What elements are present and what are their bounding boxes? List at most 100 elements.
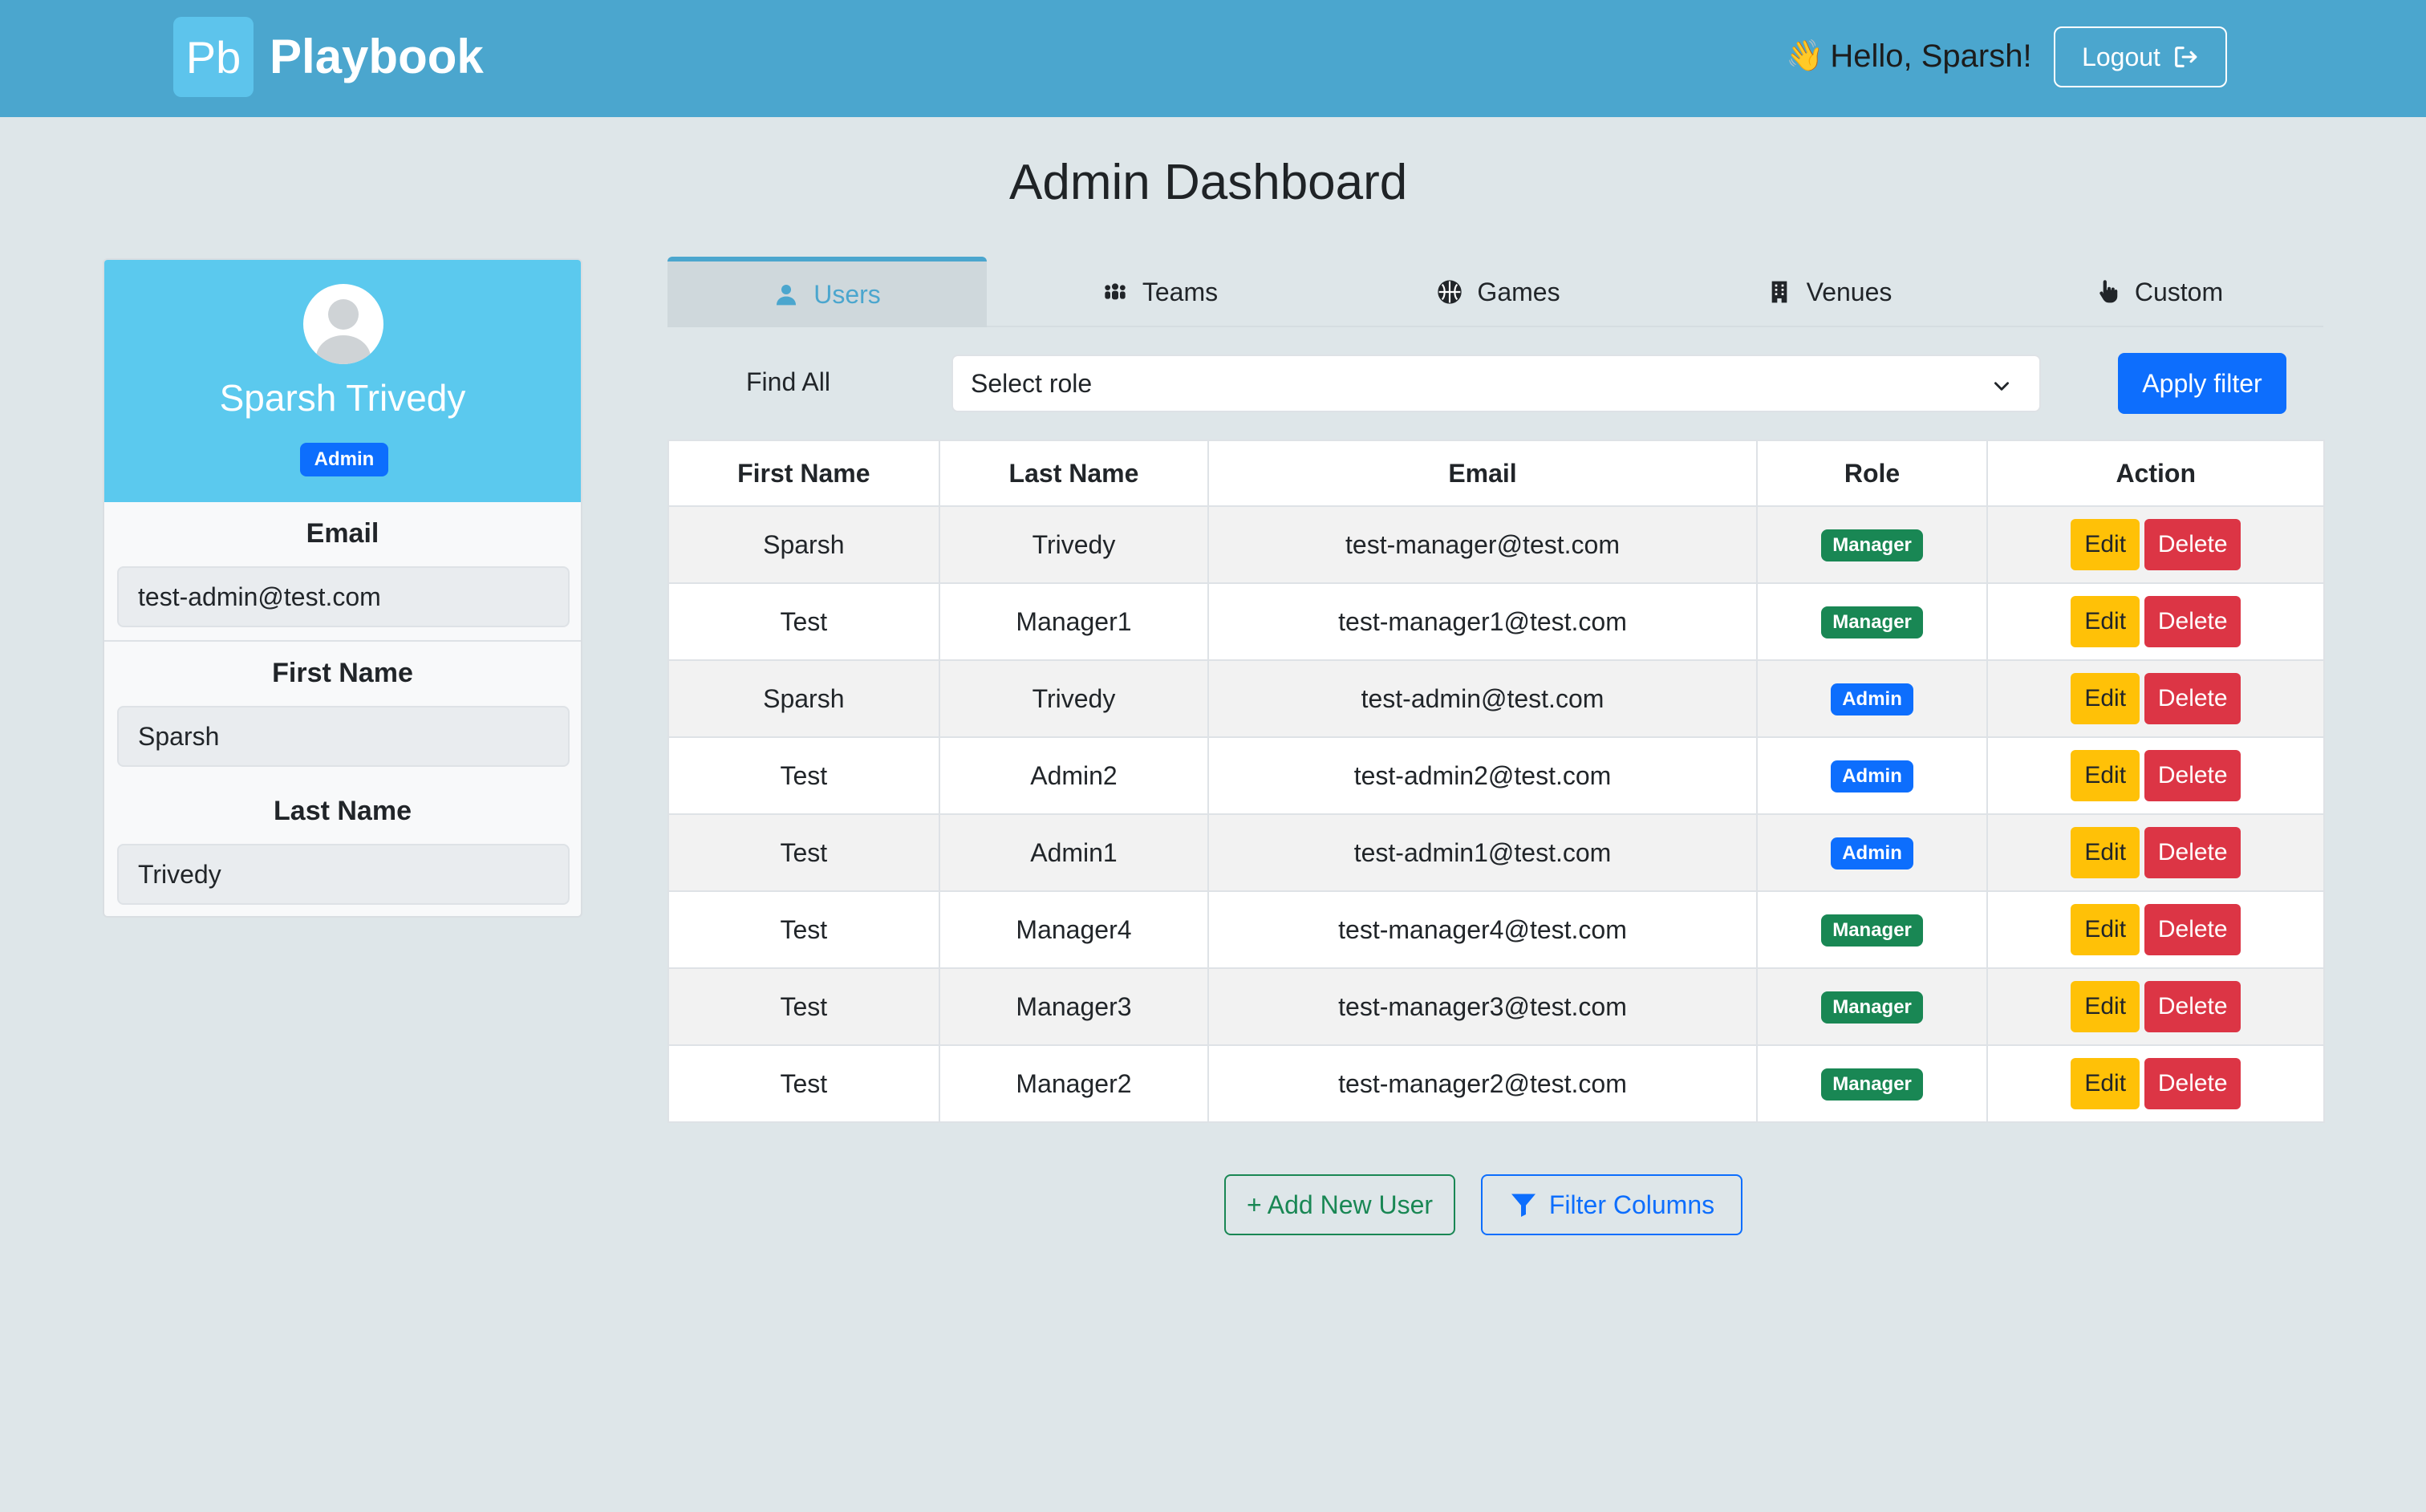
column-header: Action xyxy=(1986,440,2325,507)
table-row: Test Admin1 test-admin1@test.com Admin E… xyxy=(667,813,2325,892)
edit-button[interactable]: Edit xyxy=(2071,904,2140,955)
role-cell: Manager xyxy=(1755,582,1989,661)
brand-name[interactable]: Playbook xyxy=(270,29,484,85)
first-name-cell: Test xyxy=(667,813,940,892)
profile-header: Sparsh Trivedy Admin xyxy=(104,260,581,502)
delete-button[interactable]: Delete xyxy=(2144,596,2241,647)
user-icon xyxy=(777,285,797,306)
edit-button[interactable]: Edit xyxy=(2071,981,2140,1032)
column-header[interactable]: Email xyxy=(1207,440,1758,507)
last-name-cell: Manager1 xyxy=(938,582,1210,661)
greeting: 👋 Hello, Sparsh! xyxy=(1786,34,2032,79)
edit-button[interactable]: Edit xyxy=(2071,750,2140,801)
people-icon xyxy=(1105,283,1126,300)
profile-card: Sparsh Trivedy Admin Email test-admin@te… xyxy=(103,258,582,918)
tab-label: Teams xyxy=(1142,277,1219,306)
action-cell: Edit Delete xyxy=(1986,505,2325,584)
add-new-user-button[interactable]: + Add New User xyxy=(1224,1174,1455,1235)
tab-label: Custom xyxy=(2134,277,2224,306)
filter-columns-button[interactable]: Filter Columns xyxy=(1481,1174,1742,1235)
column-header[interactable]: Role xyxy=(1755,440,1989,507)
profile-name: Sparsh Trivedy xyxy=(219,377,466,419)
delete-button[interactable]: Delete xyxy=(2144,750,2241,801)
chevron-down-icon xyxy=(1994,382,2009,391)
first-name-cell: Test xyxy=(667,582,940,661)
role-cell: Manager xyxy=(1755,890,1989,969)
logout-icon xyxy=(2175,47,2197,67)
edit-button[interactable]: Edit xyxy=(2071,1058,2140,1109)
role-badge: Manager xyxy=(1821,529,1923,561)
role-badge: Manager xyxy=(1821,914,1923,947)
find-all-button[interactable]: Find All xyxy=(746,367,830,397)
table-row: Test Manager4 test-manager4@test.com Man… xyxy=(667,890,2325,969)
brand-logo[interactable]: Pb xyxy=(173,17,254,97)
edit-button[interactable]: Edit xyxy=(2071,519,2140,570)
action-cell: Edit Delete xyxy=(1986,659,2325,738)
delete-button[interactable]: Delete xyxy=(2144,827,2241,878)
role-cell: Admin xyxy=(1755,659,1989,738)
delete-button[interactable]: Delete xyxy=(2144,981,2241,1032)
table-row: Sparsh Trivedy test-manager@test.com Man… xyxy=(667,505,2325,584)
email-label: Email xyxy=(306,518,379,549)
email-field: test-admin@test.com xyxy=(117,566,570,627)
first-name-field: Sparsh xyxy=(117,706,570,767)
action-cell: Edit Delete xyxy=(1986,1044,2325,1123)
last-name-cell: Manager2 xyxy=(938,1044,1210,1123)
dashboard-tabs: Users Teams Games Venues Custom xyxy=(667,257,2323,327)
email-cell: test-admin@test.com xyxy=(1207,659,1758,738)
tab-label: Games xyxy=(1477,277,1560,306)
tab-venues[interactable]: Venues xyxy=(1664,257,1994,327)
email-cell: test-manager@test.com xyxy=(1207,505,1758,584)
column-header[interactable]: Last Name xyxy=(938,440,1210,507)
edit-button[interactable]: Edit xyxy=(2071,673,2140,724)
delete-button[interactable]: Delete xyxy=(2144,1058,2241,1109)
apply-filter-button[interactable]: Apply filter xyxy=(2118,353,2286,414)
role-badge: Manager xyxy=(1821,606,1923,638)
delete-button[interactable]: Delete xyxy=(2144,673,2241,724)
pointer-icon xyxy=(2099,280,2118,303)
users-table: First Name Last Name Email Role Action S… xyxy=(667,440,2325,1123)
role-cell: Manager xyxy=(1755,1044,1989,1123)
logout-label: Logout xyxy=(2082,42,2160,71)
building-icon xyxy=(1771,281,1787,303)
action-cell: Edit Delete xyxy=(1986,813,2325,892)
role-cell: Manager xyxy=(1755,505,1989,584)
edit-button[interactable]: Edit xyxy=(2071,827,2140,878)
last-name-cell: Admin2 xyxy=(938,736,1210,815)
first-name-cell: Test xyxy=(667,890,940,969)
action-cell: Edit Delete xyxy=(1986,967,2325,1046)
action-cell: Edit Delete xyxy=(1986,582,2325,661)
divider xyxy=(104,640,581,642)
table-row: Test Manager1 test-manager1@test.com Man… xyxy=(667,582,2325,661)
edit-button[interactable]: Edit xyxy=(2071,596,2140,647)
role-badge: Admin xyxy=(1831,683,1913,715)
action-cell: Edit Delete xyxy=(1986,890,2325,969)
basketball-icon xyxy=(1438,280,1462,304)
tab-label: Users xyxy=(813,279,881,309)
last-name-cell: Manager3 xyxy=(938,967,1210,1046)
email-cell: test-manager2@test.com xyxy=(1207,1044,1758,1123)
email-cell: test-admin1@test.com xyxy=(1207,813,1758,892)
delete-button[interactable]: Delete xyxy=(2144,904,2241,955)
tab-teams[interactable]: Teams xyxy=(987,257,1333,327)
role-badge: Manager xyxy=(1821,991,1923,1024)
role-cell: Manager xyxy=(1755,967,1989,1046)
tab-games[interactable]: Games xyxy=(1333,257,1664,327)
tab-custom[interactable]: Custom xyxy=(1994,257,2323,327)
role-select[interactable]: Select role xyxy=(951,355,2041,412)
first-name-cell: Test xyxy=(667,736,940,815)
last-name-cell: Admin1 xyxy=(938,813,1210,892)
tab-users[interactable]: Users xyxy=(667,257,987,327)
first-name-cell: Sparsh xyxy=(667,505,940,584)
email-cell: test-manager1@test.com xyxy=(1207,582,1758,661)
column-header[interactable]: First Name xyxy=(667,440,940,507)
email-cell: test-admin2@test.com xyxy=(1207,736,1758,815)
last-name-cell: Trivedy xyxy=(938,505,1210,584)
table-header-row: First Name Last Name Email Role Action xyxy=(667,440,2325,507)
table-row: Test Admin2 test-admin2@test.com Admin E… xyxy=(667,736,2325,815)
logout-button[interactable]: Logout xyxy=(2054,26,2227,87)
waving-hand-icon: 👋 xyxy=(1786,39,1824,73)
role-select-value: Select role xyxy=(971,368,1093,398)
delete-button[interactable]: Delete xyxy=(2144,519,2241,570)
last-name-label: Last Name xyxy=(274,796,412,826)
